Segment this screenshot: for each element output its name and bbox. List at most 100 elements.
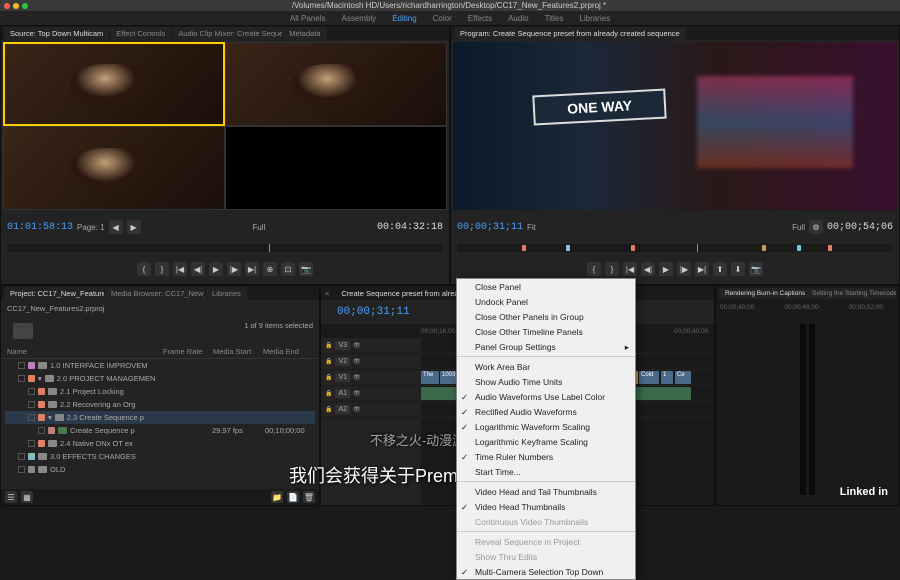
- label-color-swatch[interactable]: [38, 401, 45, 408]
- track-header-a1[interactable]: 🔒A1👁: [321, 386, 421, 402]
- project-tab[interactable]: Libraries: [206, 287, 247, 300]
- new-bin-button[interactable]: 📁: [271, 491, 283, 503]
- workspace-tab-libraries[interactable]: Libraries: [579, 14, 610, 23]
- mark-in-button[interactable]: {: [587, 262, 601, 276]
- step-back-button[interactable]: ◀|: [191, 262, 205, 276]
- menu-item-time-ruler-numbers[interactable]: Time Ruler Numbers: [457, 449, 635, 464]
- track-header-v1[interactable]: 🔒V1👁: [321, 370, 421, 386]
- step-back-button[interactable]: ◀|: [641, 262, 655, 276]
- folder-row[interactable]: 2.2 Recovering an Org: [5, 398, 315, 411]
- label-color-swatch[interactable]: [48, 427, 55, 434]
- lock-icon[interactable]: 🔒: [325, 358, 332, 365]
- track-label[interactable]: V3: [335, 341, 350, 350]
- menu-item-show-audio-time-units[interactable]: Show Audio Time Units: [457, 374, 635, 389]
- go-to-out-button[interactable]: ▶|: [245, 262, 259, 276]
- folder-row[interactable]: ▾2.3 Create Sequence p: [5, 411, 315, 424]
- step-forward-button[interactable]: |▶: [227, 262, 241, 276]
- track-label[interactable]: V1: [335, 373, 350, 382]
- checkbox[interactable]: [28, 401, 35, 408]
- col-mediaend[interactable]: Media End: [263, 347, 313, 356]
- label-color-swatch[interactable]: [38, 440, 45, 447]
- program-out-timecode[interactable]: 00;00;54;06: [827, 222, 893, 233]
- label-color-swatch[interactable]: [38, 388, 45, 395]
- toggle-track-icon[interactable]: 👁: [353, 374, 361, 381]
- label-color-swatch[interactable]: [28, 466, 35, 473]
- lock-icon[interactable]: 🔒: [325, 406, 332, 413]
- workspace-tab-editing[interactable]: Editing: [392, 14, 416, 23]
- menu-item-logarithmic-keyframe-scaling[interactable]: Logarithmic Keyframe Scaling: [457, 434, 635, 449]
- source-tab[interactable]: Source: Top Down Multicam: [4, 27, 109, 40]
- menu-item-panel-group-settings[interactable]: Panel Group Settings: [457, 339, 635, 354]
- step-forward-button[interactable]: |▶: [677, 262, 691, 276]
- mark-in-button[interactable]: {: [137, 262, 151, 276]
- go-to-in-button[interactable]: |◀: [623, 262, 637, 276]
- clip[interactable]: 1: [661, 371, 673, 384]
- lift-button[interactable]: ⬆: [713, 262, 727, 276]
- export-frame-button[interactable]: 📷: [749, 262, 763, 276]
- insert-button[interactable]: ⊕: [263, 262, 277, 276]
- menu-item-close-other-timeline-panels[interactable]: Close Other Timeline Panels: [457, 324, 635, 339]
- menu-item-rectified-audio-waveforms[interactable]: Rectified Audio Waveforms: [457, 404, 635, 419]
- program-timebar[interactable]: [457, 244, 893, 252]
- timeline-context-menu[interactable]: Close PanelUndock PanelClose Other Panel…: [456, 278, 636, 580]
- clip[interactable]: The: [421, 371, 439, 384]
- multicam-angle-4[interactable]: [225, 126, 447, 210]
- program-in-timecode[interactable]: 00;00;31;11: [457, 222, 523, 233]
- mark-out-button[interactable]: }: [605, 262, 619, 276]
- label-color-swatch[interactable]: [38, 414, 45, 421]
- project-tab[interactable]: Media Browser: CC17_New_Features2: [105, 287, 205, 300]
- source-timebar[interactable]: [7, 244, 443, 252]
- checkbox[interactable]: [18, 466, 25, 473]
- program-tab[interactable]: Program: Create Sequence preset from alr…: [454, 27, 686, 40]
- menu-item-video-head-and-tail-thumbnails[interactable]: Video Head and Tail Thumbnails: [457, 484, 635, 499]
- checkbox[interactable]: [28, 388, 35, 395]
- clip[interactable]: Ce: [675, 371, 691, 384]
- program-fit-label[interactable]: Fit: [527, 223, 536, 232]
- multicam-angle-3[interactable]: [3, 126, 225, 210]
- source-out-timecode[interactable]: 00:04:32:18: [377, 222, 443, 233]
- program-full-label[interactable]: Full: [792, 223, 805, 232]
- prev-page-button[interactable]: ◀: [109, 220, 123, 234]
- new-item-button[interactable]: 📄: [287, 491, 299, 503]
- close-window-button[interactable]: [4, 3, 10, 9]
- disclosure-triangle-icon[interactable]: ▾: [48, 413, 52, 422]
- folder-row[interactable]: 2.4 Native DNx OT ex: [5, 437, 315, 450]
- workspace-tab-color[interactable]: Color: [433, 14, 452, 23]
- col-framerate[interactable]: Frame Rate: [163, 347, 213, 356]
- toggle-track-icon[interactable]: 👁: [353, 390, 361, 397]
- track-header-v3[interactable]: 🔒V3👁: [321, 338, 421, 354]
- project-tab[interactable]: Project: CC17_New_Features2: [4, 287, 104, 300]
- lock-icon[interactable]: 🔒: [325, 342, 332, 349]
- checkbox[interactable]: [18, 375, 25, 382]
- multicam-angle-1[interactable]: [3, 42, 225, 126]
- source-in-timecode[interactable]: 01:01:58:13: [7, 222, 73, 233]
- go-to-in-button[interactable]: |◀: [173, 262, 187, 276]
- folder-row[interactable]: 2.1 Project Locking: [5, 385, 315, 398]
- workspace-tab-effects[interactable]: Effects: [468, 14, 492, 23]
- folder-row[interactable]: OLD: [5, 463, 315, 476]
- track-header-a2[interactable]: 🔒A2👁: [321, 402, 421, 418]
- source-tab[interactable]: Effect Controls: [110, 27, 171, 40]
- sequence-row[interactable]: Create Sequence p29.97 fps00;10;00;00: [5, 424, 315, 437]
- window-controls[interactable]: [0, 0, 28, 11]
- folder-row[interactable]: 3.0 EFFECTS CHANGES: [5, 450, 315, 463]
- extract-button[interactable]: ⬇: [731, 262, 745, 276]
- source-zoom-label[interactable]: Full: [252, 223, 265, 232]
- export-frame-button[interactable]: 📷: [299, 262, 313, 276]
- disclosure-triangle-icon[interactable]: ▾: [38, 374, 42, 383]
- list-view-button[interactable]: ☰: [5, 491, 17, 503]
- menu-item-work-area-bar[interactable]: Work Area Bar: [457, 359, 635, 374]
- col-mediastart[interactable]: Media Start: [213, 347, 263, 356]
- toggle-track-icon[interactable]: 👁: [353, 358, 361, 365]
- track-header-v2[interactable]: 🔒V2👁: [321, 354, 421, 370]
- go-to-out-button[interactable]: ▶|: [695, 262, 709, 276]
- checkbox[interactable]: [18, 453, 25, 460]
- menu-item-close-other-panels-in-group[interactable]: Close Other Panels in Group: [457, 309, 635, 324]
- toggle-track-icon[interactable]: 👁: [353, 342, 361, 349]
- menu-item-start-time[interactable]: Start Time...: [457, 464, 635, 479]
- menu-item-undock-panel[interactable]: Undock Panel: [457, 294, 635, 309]
- workspace-tab-all-panels[interactable]: All Panels: [290, 14, 326, 23]
- checkbox[interactable]: [28, 440, 35, 447]
- program-view[interactable]: ONE WAY: [453, 42, 897, 210]
- menu-item-audio-waveforms-use-label-color[interactable]: Audio Waveforms Use Label Color: [457, 389, 635, 404]
